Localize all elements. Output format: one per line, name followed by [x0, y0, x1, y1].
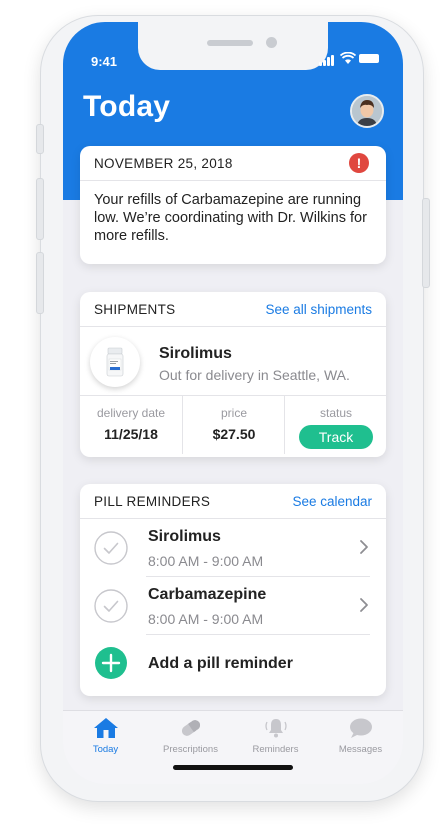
pill-bottle-icon [106, 347, 124, 377]
pill-icon [181, 720, 201, 736]
shipment-item[interactable]: Sirolimus Out for delivery in Seattle, W… [80, 327, 386, 396]
price-label: price [220, 406, 247, 420]
pill-bottle-image [90, 337, 140, 387]
delivery-date-label: delivery date [96, 406, 166, 420]
power-button [422, 198, 430, 288]
avatar[interactable] [350, 94, 384, 128]
home-icon [94, 718, 118, 738]
tab-prescriptions[interactable]: Prescriptions [148, 711, 233, 761]
bell-icon [265, 719, 287, 738]
tab-today[interactable]: Today [63, 711, 148, 761]
speaker [207, 40, 253, 46]
price-value: $27.50 [212, 426, 256, 442]
reminder-medication-name: Carbamazepine [148, 586, 267, 603]
alert-exclamation-icon: ! [349, 153, 369, 173]
tab-reminders[interactable]: Reminders [233, 711, 318, 761]
plus-circle-icon[interactable] [95, 647, 127, 679]
volume-down-button [36, 252, 44, 314]
chevron-right-icon [360, 598, 368, 612]
tab-bar: Today Prescriptions Reminders Messages [63, 710, 403, 784]
battery-icon [359, 54, 379, 63]
page-title: Today [83, 90, 171, 123]
front-camera [266, 37, 277, 48]
tab-reminders-label: Reminders [252, 744, 299, 755]
shipments-header: SHIPMENTS See all shipments [80, 292, 386, 327]
alert-card[interactable]: NOVEMBER 25, 2018 ! Your refills of Carb… [80, 146, 386, 264]
tab-messages-label: Messages [338, 744, 383, 755]
shipment-medication-name: Sirolimus [159, 345, 232, 362]
wifi-icon [340, 52, 356, 64]
shipment-stats: delivery date 11/25/18 price $27.50 stat… [80, 396, 386, 454]
track-button[interactable]: Track [299, 425, 373, 449]
shipment-status-text: Out for delivery in Seattle, WA. [159, 367, 350, 383]
reminder-row[interactable]: Carbamazepine 8:00 AM - 9:00 AM [80, 577, 386, 635]
status-time: 9:41 [91, 54, 118, 69]
notch [138, 22, 328, 70]
shipments-card: SHIPMENTS See all shipments Sirolimus Ou… [80, 292, 386, 457]
status-label: status [319, 406, 352, 420]
shipments-heading: SHIPMENTS [94, 302, 176, 317]
pill-reminders-heading: PILL REMINDERS [94, 494, 211, 509]
reminder-time: 8:00 AM - 9:00 AM [148, 611, 264, 627]
see-all-shipments-link[interactable]: See all shipments [265, 302, 372, 317]
delivery-date-value: 11/25/18 [104, 426, 158, 442]
pill-reminders-header: PILL REMINDERS See calendar [80, 484, 386, 519]
status-icons [319, 52, 379, 66]
reminder-row[interactable]: Sirolimus 8:00 AM - 9:00 AM [80, 519, 386, 577]
alert-message: Your refills of Carbamazepine are runnin… [94, 192, 367, 244]
volume-up-button [36, 178, 44, 240]
chat-bubble-icon [350, 718, 372, 738]
price-stat: price $27.50 [182, 396, 285, 454]
see-calendar-link[interactable]: See calendar [292, 494, 372, 509]
tab-prescriptions-label: Prescriptions [163, 744, 218, 755]
tab-messages[interactable]: Messages [318, 711, 403, 761]
reminder-time: 8:00 AM - 9:00 AM [148, 553, 264, 569]
delivery-date-stat: delivery date 11/25/18 [80, 396, 182, 454]
user-portrait-icon [352, 96, 382, 126]
mute-switch [36, 124, 44, 154]
alert-card-header: NOVEMBER 25, 2018 ! [80, 146, 386, 181]
phone-screen: 9:41 Today NOVEMBER 25, 2018 ! Your refi [63, 22, 403, 784]
pill-reminders-card: PILL REMINDERS See calendar Sirolimus 8:… [80, 484, 386, 696]
checkmark-circle-icon[interactable] [94, 531, 128, 565]
add-pill-reminder-label: Add a pill reminder [148, 655, 293, 672]
chevron-right-icon [360, 540, 368, 554]
checkmark-circle-icon[interactable] [94, 589, 128, 623]
home-indicator[interactable] [173, 765, 293, 770]
add-pill-reminder-row[interactable]: Add a pill reminder [80, 635, 386, 685]
tab-today-label: Today [92, 744, 119, 755]
status-stat: status Track [284, 396, 386, 454]
alert-date: NOVEMBER 25, 2018 [94, 156, 233, 171]
reminder-medication-name: Sirolimus [148, 528, 221, 545]
